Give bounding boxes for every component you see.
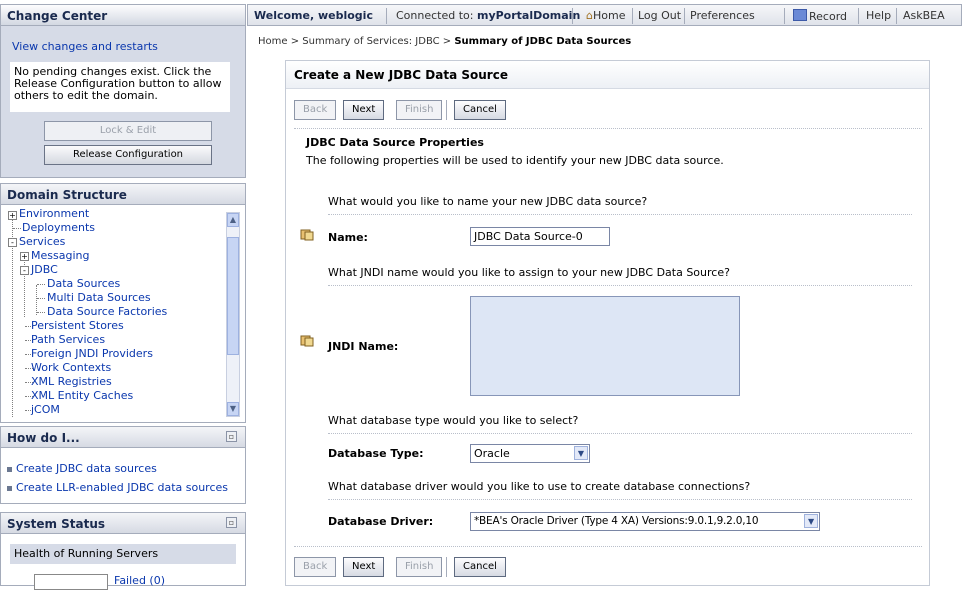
lock-edit-button[interactable]: Lock & Edit <box>44 121 212 141</box>
form-title: Create a New JDBC Data Source <box>286 61 929 89</box>
domain-structure-tree: + Environment Deployments - Services + M… <box>0 205 246 423</box>
database-type-select[interactable]: Oracle ▼ <box>470 444 590 463</box>
system-status-title: System Status <box>0 512 246 534</box>
finish-button[interactable]: Finish <box>396 100 443 120</box>
tree-item-deployments[interactable]: Deployments <box>22 221 95 235</box>
tree-item-work-contexts[interactable]: Work Contexts <box>31 361 111 375</box>
breadcrumb-path[interactable]: Home > Summary of Services: JDBC > <box>258 36 454 47</box>
change-center-title: Change Center <box>0 4 246 26</box>
database-driver-select[interactable]: *BEA's Oracle Driver (Type 4 XA) Version… <box>470 512 820 531</box>
tree-item-xml-entity-caches[interactable]: XML Entity Caches <box>31 389 133 403</box>
next-button-bottom[interactable]: Next <box>343 557 385 577</box>
tree-item-services[interactable]: Services <box>19 235 65 249</box>
help-link[interactable]: Help <box>866 9 891 22</box>
database-driver-label: Database Driver: <box>328 515 434 528</box>
question-driver: What database driver would you like to u… <box>328 480 751 493</box>
how-do-i-title: How do I... <box>0 426 246 448</box>
back-button-bottom[interactable]: Back <box>294 557 337 577</box>
section-description: The following properties will be used to… <box>306 154 724 167</box>
tree-item-jdbc[interactable]: JDBC <box>31 263 58 277</box>
view-changes-link[interactable]: View changes and restarts <box>12 40 158 53</box>
cancel-button[interactable]: Cancel <box>454 100 506 120</box>
how-do-i-body: Create JDBC data sources Create LLR-enab… <box>0 448 246 504</box>
change-center-message: No pending changes exist. Click the Rele… <box>10 62 230 112</box>
record-link[interactable]: Record <box>793 9 847 23</box>
scroll-thumb[interactable] <box>227 237 239 355</box>
expand-messaging-icon[interactable]: + <box>20 252 29 261</box>
tree-item-foreign-jndi-providers[interactable]: Foreign JNDI Providers <box>31 347 153 361</box>
askbea-link[interactable]: AskBEA <box>903 9 945 22</box>
release-configuration-button[interactable]: Release Configuration <box>44 145 212 165</box>
bullet-icon <box>7 485 12 491</box>
failed-bar <box>34 574 108 590</box>
breadcrumb-current: Summary of JDBC Data Sources <box>454 36 632 47</box>
chevron-down-icon: ▼ <box>574 446 588 460</box>
collapse-jdbc-icon[interactable]: - <box>20 266 29 275</box>
create-jdbc-link[interactable]: Create JDBC data sources <box>16 462 157 475</box>
chevron-down-icon: ▼ <box>804 514 818 528</box>
how-do-i-item[interactable]: Create LLR-enabled JDBC data sources <box>7 481 228 494</box>
tree-item-xml-registries[interactable]: XML Registries <box>31 375 112 389</box>
name-input[interactable]: JDBC Data Source-0 <box>470 227 610 246</box>
home-icon: ⌂ <box>586 9 593 22</box>
database-type-label: Database Type: <box>328 447 424 460</box>
question-dbtype: What database type would you like to sel… <box>328 414 579 427</box>
tree-item-data-sources[interactable]: Data Sources <box>47 277 120 291</box>
finish-button-bottom[interactable]: Finish <box>396 557 443 577</box>
tree-item-environment[interactable]: Environment <box>19 207 89 221</box>
bullet-icon <box>7 466 12 472</box>
back-button[interactable]: Back <box>294 100 337 120</box>
jndi-name-label: JNDI Name: <box>328 340 399 353</box>
section-title: JDBC Data Source Properties <box>306 136 484 149</box>
next-button[interactable]: Next <box>343 100 385 120</box>
question-jndi: What JNDI name would you like to assign … <box>328 266 730 279</box>
question-name: What would you like to name your new JDB… <box>328 195 648 208</box>
logout-link[interactable]: Log Out <box>638 9 681 22</box>
failed-link[interactable]: Failed (0) <box>114 574 165 587</box>
domain-name: myPortalDomain <box>476 9 581 22</box>
create-llr-link[interactable]: Create LLR-enabled JDBC data sources <box>16 481 228 494</box>
tree-item-multi-data-sources[interactable]: Multi Data Sources <box>47 291 151 305</box>
breadcrumb: Home > Summary of Services: JDBC > Summa… <box>258 36 631 47</box>
name-label: Name: <box>328 231 368 244</box>
tree-item-messaging[interactable]: Messaging <box>31 249 89 263</box>
cancel-button-bottom[interactable]: Cancel <box>454 557 506 577</box>
top-bar: Welcome, weblogic Connected to: myPortal… <box>247 4 962 26</box>
collapse-services-icon[interactable]: - <box>8 238 17 247</box>
info-icon[interactable] <box>300 335 314 347</box>
domain-structure-title: Domain Structure <box>0 183 246 205</box>
minimize-system-status-icon[interactable]: ▫ <box>226 517 237 528</box>
info-icon[interactable] <box>300 229 314 241</box>
health-label: Health of Running Servers <box>10 544 236 564</box>
tree-item-path-services[interactable]: Path Services <box>31 333 105 347</box>
jndi-name-input[interactable] <box>470 296 740 396</box>
home-link[interactable]: ⌂Home <box>586 9 625 22</box>
preferences-link[interactable]: Preferences <box>690 9 755 22</box>
minimize-how-do-i-icon[interactable]: ▫ <box>226 431 237 442</box>
tree-item-persistent-stores[interactable]: Persistent Stores <box>31 319 124 333</box>
expand-environment-icon[interactable]: + <box>8 211 17 220</box>
record-icon <box>793 9 807 21</box>
connected-text: Connected to: myPortalDomain <box>396 9 581 22</box>
how-do-i-item[interactable]: Create JDBC data sources <box>7 462 157 475</box>
welcome-text: Welcome, weblogic <box>254 9 373 22</box>
scroll-up-icon[interactable]: ▲ <box>227 213 239 227</box>
scroll-down-icon[interactable]: ▼ <box>227 402 239 416</box>
tree-item-jcom[interactable]: jCOM <box>31 403 60 417</box>
tree-item-data-source-factories[interactable]: Data Source Factories <box>47 305 167 319</box>
tree-scrollbar[interactable]: ▲ ▼ <box>226 212 240 417</box>
